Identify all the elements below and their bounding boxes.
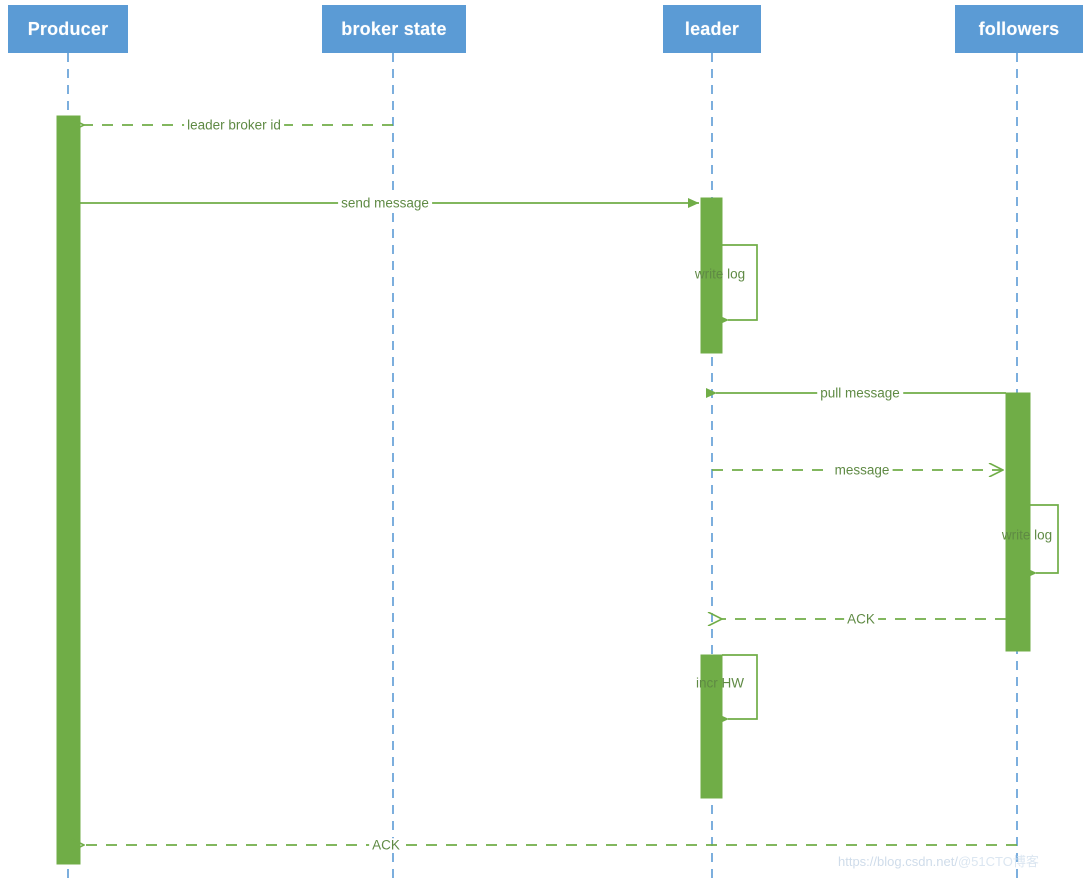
activation-bar-producer [56,115,81,865]
sequence-diagram-canvas: Producer broker state leader followers l… [0,0,1087,884]
message-label-leader-broker-id: leader broker id [184,118,284,132]
message-label-pull-message: pull message [817,386,903,400]
participant-header-broker-state[interactable]: broker state [322,5,466,53]
watermark-url-text: https://blog.csdn.net/ [838,854,958,869]
message-label-incr-hw: incr HW [696,675,744,691]
participant-label-leader: leader [684,18,740,39]
watermark-brand-text: @51CTO博客 [957,854,1039,869]
message-label-ack-followers-leader: ACK [844,612,878,626]
participant-label-broker-state: broker state [341,18,447,39]
participant-header-followers[interactable]: followers [955,5,1083,53]
message-label-message: message [831,463,893,477]
participant-header-leader[interactable]: leader [663,5,761,53]
message-label-send-message: send message [338,196,432,210]
activation-bar-followers [1005,392,1031,652]
watermark: https://blog.csdn.net/@51CTO博客 [838,855,1039,868]
diagram-vector-layer [56,53,1059,884]
participant-label-producer: Producer [27,18,109,39]
participant-header-producer[interactable]: Producer [8,5,128,53]
participant-label-followers: followers [978,18,1060,39]
message-label-ack-followers-producer: ACK [369,838,403,852]
message-self-loop-write-log-leader [718,244,758,325]
message-label-write-log-leader: write log [694,266,746,282]
message-label-write-log-followers: write log [1001,527,1053,543]
activation-bars [56,115,1031,865]
